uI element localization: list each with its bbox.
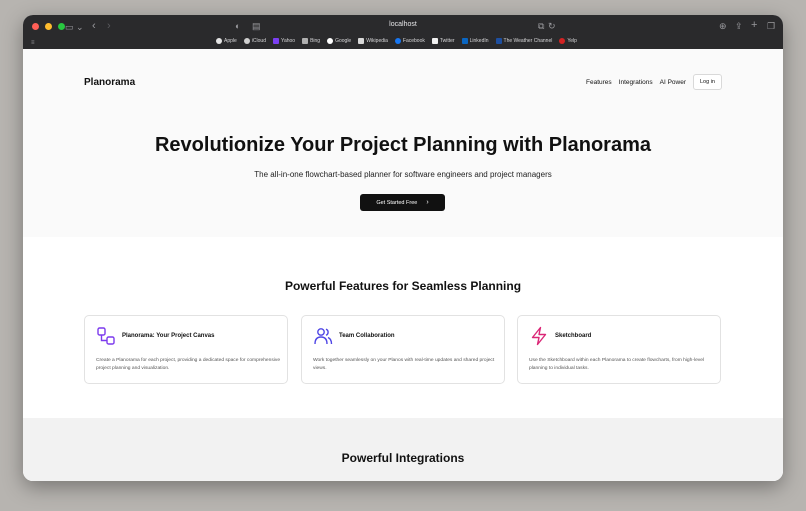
address-bar[interactable]: localhost bbox=[23, 21, 783, 28]
hero-section: Planorama Features Integrations AI Power… bbox=[23, 49, 783, 237]
linkedin-icon bbox=[461, 38, 468, 44]
yahoo-icon bbox=[272, 38, 279, 44]
cloud-icon bbox=[243, 38, 250, 44]
google-icon bbox=[327, 38, 334, 44]
bookmark-twitter[interactable]: Twitter bbox=[431, 38, 455, 44]
x-icon bbox=[431, 38, 438, 44]
download-icon[interactable]: ⊕ bbox=[719, 21, 727, 31]
web-page: Planorama Features Integrations AI Power… bbox=[23, 49, 783, 481]
bing-icon bbox=[302, 38, 309, 44]
share-icon[interactable]: ⇪ bbox=[735, 21, 743, 31]
bookmark-wikipedia[interactable]: Wikipedia bbox=[358, 38, 388, 44]
bookmark-icloud[interactable]: iCloud bbox=[243, 38, 266, 44]
site-logo[interactable]: Planorama bbox=[84, 77, 135, 88]
chevron-right-icon: › bbox=[426, 199, 429, 206]
bookmark-yelp[interactable]: Yelp bbox=[559, 38, 577, 44]
yelp-icon bbox=[559, 38, 566, 44]
bookmark-google[interactable]: Google bbox=[327, 38, 351, 44]
get-started-label: Get Started Free bbox=[376, 199, 418, 206]
hero-subtitle: The all-in-one flowchart-based planner f… bbox=[254, 170, 552, 179]
bookmark-yahoo[interactable]: Yahoo bbox=[272, 38, 295, 44]
feature-card-canvas: Planorama: Your Project Canvas Create a … bbox=[84, 315, 288, 384]
feature-card-desc: Create a Planorama for each project, pro… bbox=[96, 358, 281, 371]
feature-card-title: Sketchboard bbox=[555, 333, 592, 339]
integrations-heading: Powerful Integrations bbox=[341, 451, 465, 465]
canvas-icon bbox=[97, 327, 115, 345]
features-heading: Powerful Features for Seamless Planning bbox=[284, 279, 522, 293]
nav-link-features[interactable]: Features bbox=[586, 79, 612, 86]
translate-icon[interactable]: ⧉ bbox=[538, 21, 544, 31]
hero-title: Revolutionize Your Project Planning with… bbox=[154, 134, 651, 156]
feature-card-desc: Work together seamlessly on your Planos … bbox=[313, 358, 495, 371]
bookmark-apple[interactable]: Apple bbox=[216, 38, 237, 44]
bookmark-weather-channel[interactable]: The Weather Channel bbox=[495, 38, 552, 44]
feature-card-sketchboard: Sketchboard Use the Sketchboard within e… bbox=[517, 315, 721, 384]
top-nav: Features Integrations AI Power Log in bbox=[586, 74, 722, 90]
nav-link-ai-power[interactable]: AI Power bbox=[660, 79, 686, 86]
tabs-overview-icon[interactable]: ❐ bbox=[767, 21, 775, 31]
weather-icon bbox=[495, 38, 502, 44]
nav-link-integrations[interactable]: Integrations bbox=[619, 79, 653, 86]
users-icon bbox=[314, 328, 333, 345]
integrations-section: Powerful Integrations bbox=[23, 418, 783, 481]
browser-window: ▭ ⌄ ‹ › ◐ ▤ localhost ⧉ ↻ ⊕ ⇪ + ❐ ≡ Appl… bbox=[23, 15, 783, 481]
login-button[interactable]: Log in bbox=[693, 74, 722, 90]
feature-card-title: Team Collaboration bbox=[339, 333, 395, 339]
bookmark-linkedin[interactable]: LinkedIn bbox=[461, 38, 489, 44]
feature-card-collaboration: Team Collaboration Work together seamles… bbox=[301, 315, 505, 384]
apple-icon bbox=[216, 38, 222, 44]
menu-icon[interactable]: ≡ bbox=[31, 38, 35, 48]
wikipedia-icon bbox=[358, 38, 365, 44]
feature-card-desc: Use the Sketchboard within each Planoram… bbox=[529, 358, 705, 371]
bookmarks-bar: Apple iCloud Yahoo Bing Google Wikipedia… bbox=[216, 38, 577, 44]
bookmark-bing[interactable]: Bing bbox=[302, 38, 320, 44]
lightning-icon bbox=[531, 326, 547, 346]
feature-card-title: Planorama: Your Project Canvas bbox=[122, 333, 215, 339]
facebook-icon bbox=[394, 38, 401, 44]
bookmark-facebook[interactable]: Facebook bbox=[394, 38, 425, 44]
reload-icon[interactable]: ↻ bbox=[548, 21, 556, 31]
browser-toolbar: ▭ ⌄ ‹ › ◐ ▤ localhost ⧉ ↻ ⊕ ⇪ + ❐ ≡ Appl… bbox=[23, 15, 783, 49]
get-started-button[interactable]: Get Started Free › bbox=[360, 194, 445, 211]
new-tab-icon[interactable]: + bbox=[751, 20, 757, 31]
